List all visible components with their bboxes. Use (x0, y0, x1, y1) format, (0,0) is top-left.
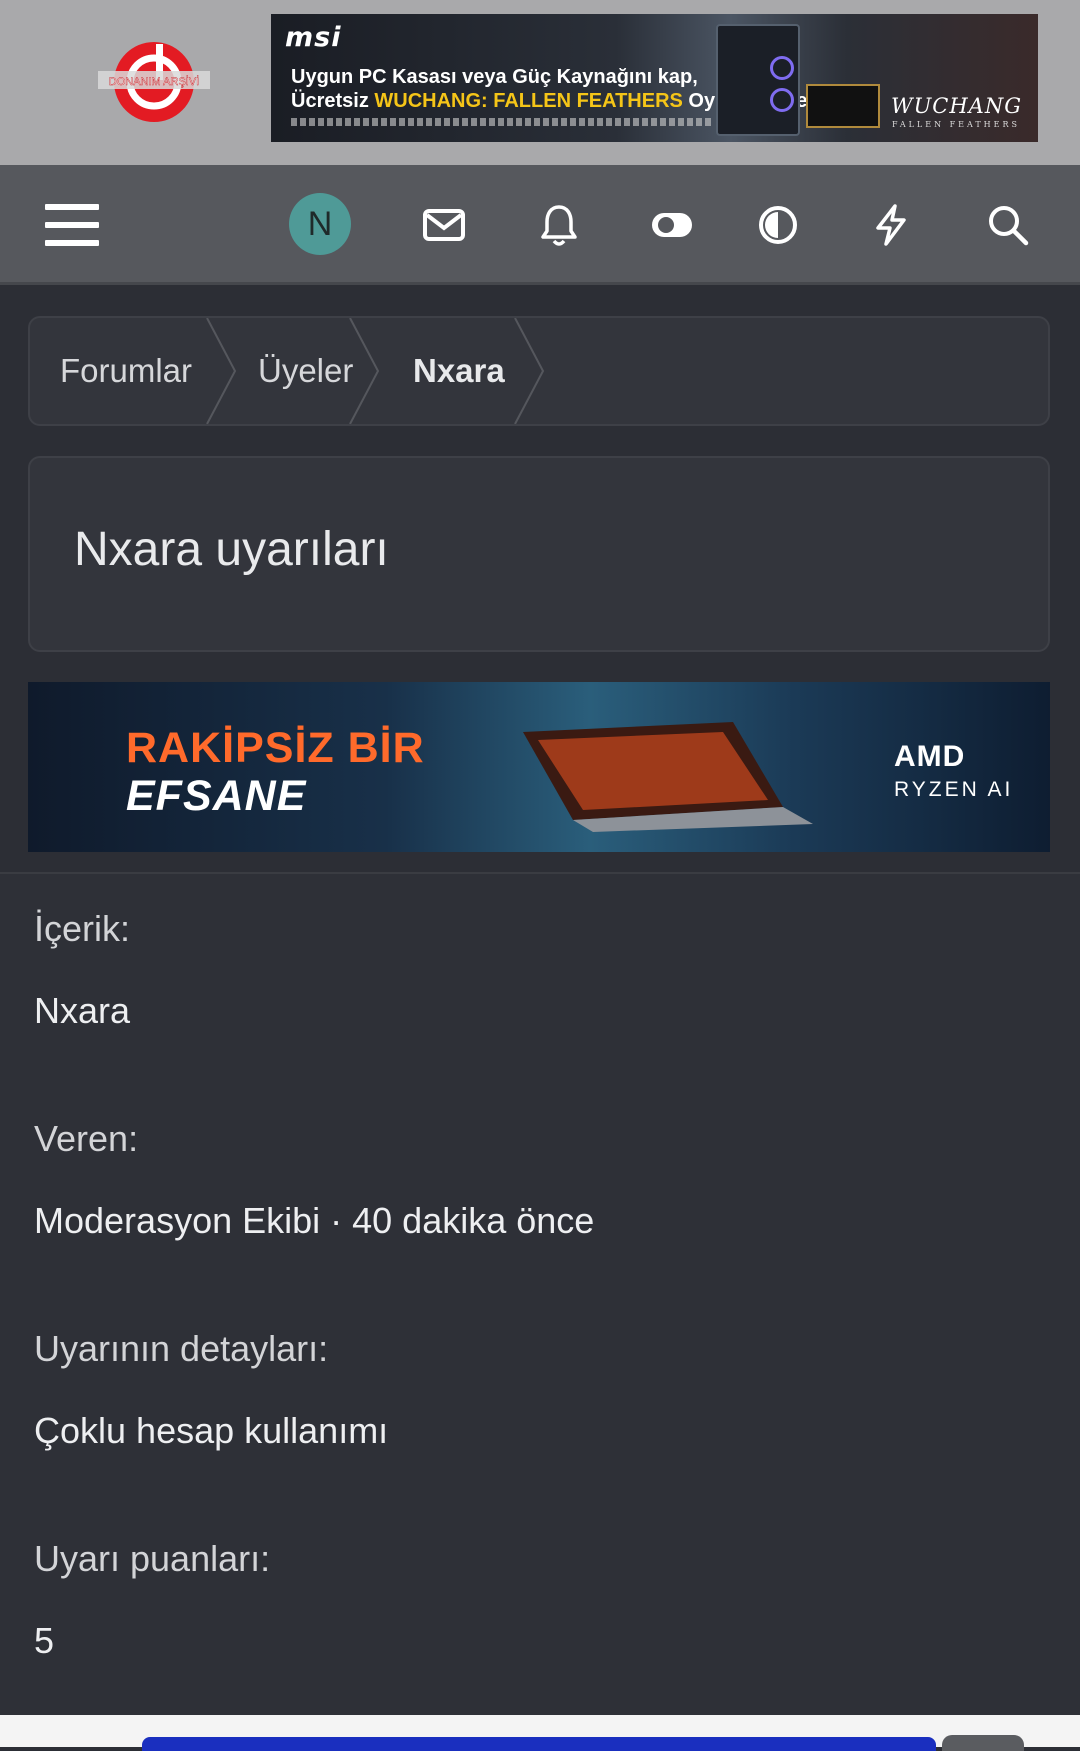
logo-text: DONANIM ARŞİVİ (109, 75, 199, 88)
bell-icon[interactable] (529, 195, 589, 255)
points-label: Uyarı puanları: (34, 1538, 271, 1579)
breadcrumb-item-nxara[interactable]: Nxara (413, 318, 505, 424)
game-subtitle: FALLEN FEATHERS (891, 120, 1020, 129)
ad-line-1: Uygun PC Kasası veya Güç Kaynağını kap, (291, 66, 698, 88)
content-value[interactable]: Nxara (34, 990, 130, 1032)
mail-icon[interactable] (414, 195, 474, 255)
ad-line-2-prefix: Ücretsiz (291, 90, 375, 112)
pc-case-image (716, 24, 800, 136)
ad-headline-1: RAKİPSİZ BİR (126, 724, 425, 772)
breadcrumb-item-uyeler[interactable]: Üyeler (258, 318, 353, 424)
ad-brand: msi (285, 22, 342, 53)
avatar[interactable]: N (289, 193, 351, 255)
given-by-value: Moderasyon Ekibi · 40 dakika önce (34, 1200, 595, 1241)
bottom-ad-strip (0, 1715, 1080, 1751)
warning-details: İçerik: Nxara Veren: Moderasyon Ekibi · … (0, 872, 1080, 1715)
ad-line-2-highlight: WUCHANG: FALLEN FEATHERS (374, 90, 683, 112)
page-title: Nxara uyarıları (74, 523, 389, 576)
given-by-label: Veren: (34, 1118, 139, 1159)
contrast-icon[interactable] (748, 195, 808, 255)
laptop-image (523, 722, 813, 832)
ad-brand-amd: AMD (894, 740, 966, 773)
details-label: Uyarının detayları: (34, 1328, 329, 1369)
page-title-card: Nxara uyarıları (28, 456, 1050, 652)
toggle-icon[interactable] (642, 195, 702, 255)
breadcrumb-item-forumlar[interactable]: Forumlar (60, 318, 192, 424)
bottom-ad-bar[interactable] (142, 1737, 936, 1751)
ad-brand-ryzen: RYZEN AI (894, 778, 1014, 801)
content-label: İçerik: (34, 908, 131, 949)
mid-ad-banner[interactable]: RAKİPSİZ BİR EFSANE AMD RYZEN AI (28, 682, 1050, 852)
search-icon[interactable] (978, 195, 1038, 255)
ad-headline-2: EFSANE (126, 772, 307, 820)
navbar: N (0, 165, 1080, 285)
game-logo: WUCHANG (891, 94, 1022, 118)
details-value: Çoklu hesap kullanımı (34, 1410, 389, 1451)
psu-image (806, 84, 880, 128)
breadcrumb-separator (206, 318, 237, 424)
menu-icon[interactable] (42, 195, 102, 255)
top-ad-banner[interactable]: msi Uygun PC Kasası veya Güç Kaynağını k… (271, 14, 1038, 142)
breadcrumb-separator (514, 318, 545, 424)
top-header: DONANIM ARŞİVİ msi Uygun PC Kasası veya … (0, 0, 1080, 165)
bolt-icon[interactable] (861, 195, 921, 255)
site-logo[interactable]: DONANIM ARŞİVİ (98, 38, 210, 126)
breadcrumb: Forumlar Üyeler Nxara (28, 316, 1050, 426)
ad-fine-print (291, 118, 711, 126)
breadcrumb-separator (349, 318, 380, 424)
points-value: 5 (34, 1620, 55, 1661)
bottom-ad-close-button[interactable] (942, 1735, 1024, 1751)
